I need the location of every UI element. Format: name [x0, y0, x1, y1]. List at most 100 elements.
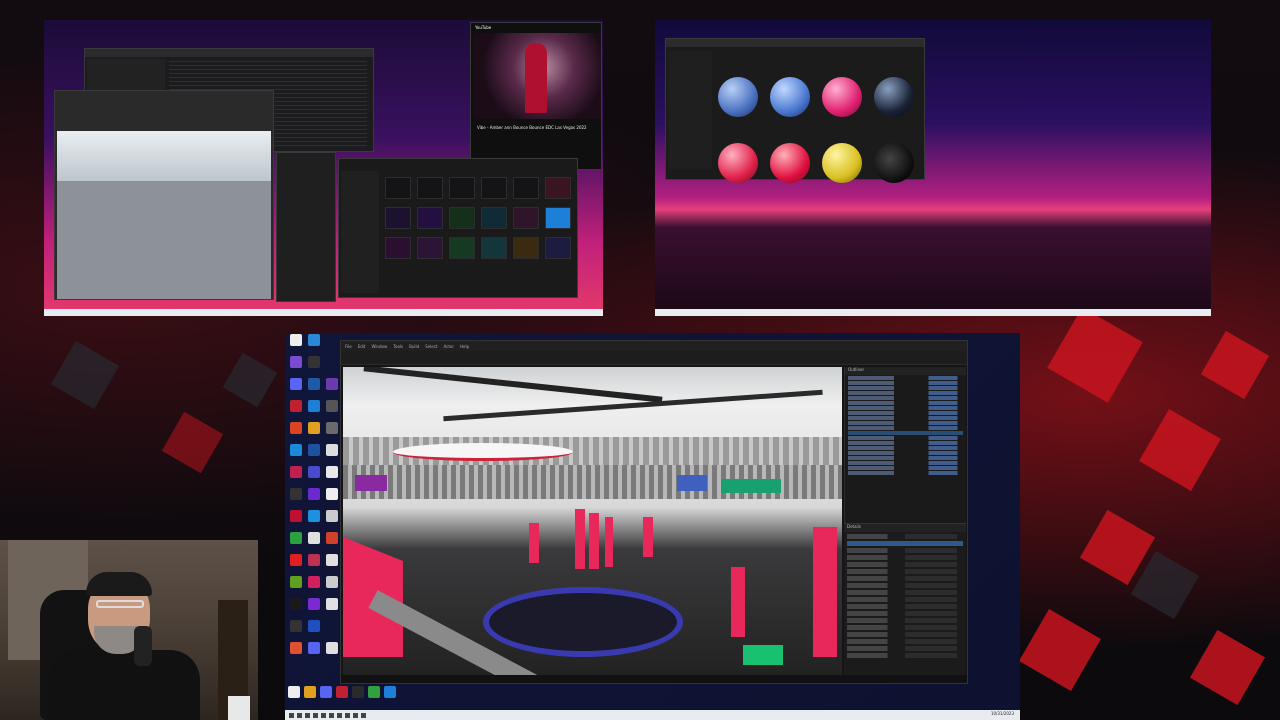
app-icon[interactable] [320, 686, 332, 698]
asset-thumbnail[interactable] [449, 207, 475, 229]
outliner-row[interactable] [848, 436, 963, 440]
app-icon[interactable] [290, 488, 302, 500]
app-icon[interactable] [326, 576, 338, 588]
app-icon[interactable] [326, 554, 338, 566]
app-icon[interactable] [326, 532, 338, 544]
app-icon[interactable] [326, 510, 338, 522]
menu-item[interactable]: Edit [358, 344, 366, 349]
asset-thumbnail[interactable] [481, 237, 507, 259]
app-icon[interactable] [290, 444, 302, 456]
main-taskbar[interactable]: 10/31/2023 [285, 710, 1020, 720]
visual-studio-icon[interactable] [326, 378, 338, 390]
material-sphere-red[interactable] [770, 143, 810, 183]
details-row[interactable] [847, 618, 963, 623]
app-icon[interactable] [326, 400, 338, 412]
outliner-row[interactable] [848, 406, 963, 410]
material-sphere-yellow[interactable] [822, 143, 862, 183]
youtube-window[interactable]: YouTube Vibe - Amber ann Bounce Bounce E… [470, 22, 602, 170]
outliner-row-selected[interactable] [848, 431, 963, 435]
details-row[interactable] [847, 562, 963, 567]
outliner-row[interactable] [848, 471, 963, 475]
outliner-row[interactable] [848, 391, 963, 395]
app-icon[interactable] [308, 444, 320, 456]
app-icon[interactable] [326, 488, 338, 500]
left-monitor-taskbar[interactable] [44, 309, 603, 316]
asset-thumbnail[interactable] [385, 207, 411, 229]
outliner-row[interactable] [848, 456, 963, 460]
app-icon[interactable] [290, 554, 302, 566]
app-icon[interactable] [290, 422, 302, 434]
content-browser-window[interactable] [338, 158, 578, 298]
app-icon[interactable] [308, 532, 320, 544]
level-viewport[interactable] [343, 367, 842, 675]
details-row[interactable] [847, 597, 963, 602]
video-player[interactable] [473, 33, 601, 119]
taskbar-app-icon[interactable] [329, 712, 334, 718]
asset-thumbnail[interactable] [449, 177, 475, 199]
app-icon[interactable] [384, 686, 396, 698]
app-icon[interactable] [290, 620, 302, 632]
outliner-row[interactable] [848, 381, 963, 385]
details-row[interactable] [847, 604, 963, 609]
app-icon[interactable] [290, 642, 302, 654]
app-icon[interactable] [308, 576, 320, 588]
app-icon[interactable] [308, 400, 320, 412]
unreal-editor-window[interactable] [54, 90, 274, 300]
recycle-bin-icon[interactable] [290, 334, 302, 346]
youtube-logo[interactable]: YouTube [475, 25, 491, 30]
right-monitor-taskbar[interactable] [655, 309, 1211, 316]
main-toolbar[interactable] [341, 351, 967, 365]
outliner-row[interactable] [848, 426, 963, 430]
material-sphere-red[interactable] [718, 143, 758, 183]
details-row[interactable] [847, 548, 963, 553]
unreal-editor-main-window[interactable]: File Edit Window Tools Build Select Acto… [340, 340, 968, 684]
asset-thumbnail[interactable] [545, 207, 571, 229]
outliner-row[interactable] [848, 416, 963, 420]
details-row[interactable] [847, 569, 963, 574]
outliner-row[interactable] [848, 446, 963, 450]
app-icon[interactable] [326, 422, 338, 434]
taskbar-clock[interactable]: 10/31/2023 [991, 711, 1014, 716]
discord-icon[interactable] [290, 378, 302, 390]
asset-thumbnail[interactable] [385, 177, 411, 199]
outliner-row[interactable] [848, 461, 963, 465]
outliner-row[interactable] [848, 386, 963, 390]
app-icon[interactable] [308, 620, 320, 632]
app-icon[interactable] [288, 686, 300, 698]
menu-item[interactable]: File [345, 344, 352, 349]
asset-thumbnail[interactable] [481, 177, 507, 199]
file-explorer-icon[interactable] [308, 334, 320, 346]
app-icon[interactable] [308, 510, 320, 522]
details-row[interactable] [847, 611, 963, 616]
app-icon[interactable] [290, 510, 302, 522]
taskbar-app-icon[interactable] [345, 712, 350, 718]
asset-thumbnail[interactable] [417, 207, 443, 229]
outliner-row[interactable] [848, 376, 963, 380]
outliner-row[interactable] [848, 466, 963, 470]
start-icon[interactable] [289, 712, 294, 718]
app-icon[interactable] [304, 686, 316, 698]
details-row[interactable] [847, 555, 963, 560]
asset-thumbnail[interactable] [385, 237, 411, 259]
asset-thumbnail[interactable] [449, 237, 475, 259]
app-icon[interactable] [308, 554, 320, 566]
taskbar-app-icon[interactable] [361, 712, 366, 718]
details-panel[interactable]: Details [844, 523, 966, 683]
app-icon[interactable] [326, 466, 338, 478]
window-titlebar[interactable] [85, 49, 373, 57]
taskbar-app-icon[interactable] [313, 712, 318, 718]
taskbar-app-icon[interactable] [353, 712, 358, 718]
details-row[interactable] [847, 632, 963, 637]
material-sphere-black[interactable] [874, 143, 914, 183]
taskbar-app-icon[interactable] [297, 712, 302, 718]
material-sphere-blue[interactable] [770, 77, 810, 117]
app-icon[interactable] [308, 642, 320, 654]
menu-item[interactable]: Help [460, 344, 469, 349]
app-icon[interactable] [290, 576, 302, 588]
menu-item[interactable]: Tools [393, 344, 403, 349]
asset-thumbnail[interactable] [545, 177, 571, 199]
app-icon[interactable] [368, 686, 380, 698]
outliner-row[interactable] [848, 421, 963, 425]
details-row[interactable] [847, 576, 963, 581]
window-titlebar[interactable] [666, 39, 924, 47]
